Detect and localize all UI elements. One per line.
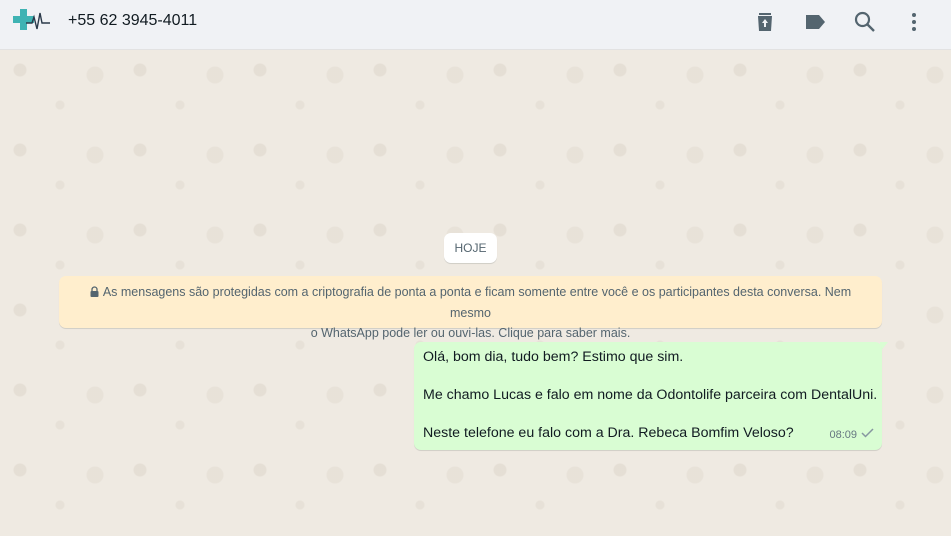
message-meta: 08:09: [829, 426, 874, 445]
avatar[interactable]: [10, 5, 52, 37]
check-icon: [861, 426, 874, 445]
lock-icon: [90, 283, 99, 303]
message-line: Olá, bom dia, tudo bem? Estimo que sim.: [423, 349, 684, 365]
message-line: Me chamo Lucas e falo em nome da Odontol…: [423, 387, 878, 403]
delete-chat-icon[interactable]: [753, 10, 777, 34]
encryption-text-line1: As mensagens são protegidas com a cripto…: [102, 285, 852, 320]
contact-name[interactable]: +55 62 3945-4011: [68, 12, 197, 30]
search-icon[interactable]: [853, 10, 877, 34]
encryption-text-line2: o WhatsApp pode ler ou ouvi-las. Clique …: [310, 326, 631, 340]
chat-header: +55 62 3945-4011: [0, 0, 951, 50]
menu-icon[interactable]: [902, 10, 926, 34]
outgoing-message[interactable]: Olá, bom dia, tudo bem? Estimo que sim. …: [414, 342, 882, 450]
message-line: Neste telefone eu falo com a Dra. Rebeca…: [423, 425, 794, 441]
label-icon[interactable]: [803, 10, 827, 34]
encryption-notice[interactable]: As mensagens são protegidas com a cripto…: [59, 276, 882, 340]
date-chip: HOJE: [444, 233, 497, 263]
message-time: 08:09: [829, 429, 857, 441]
